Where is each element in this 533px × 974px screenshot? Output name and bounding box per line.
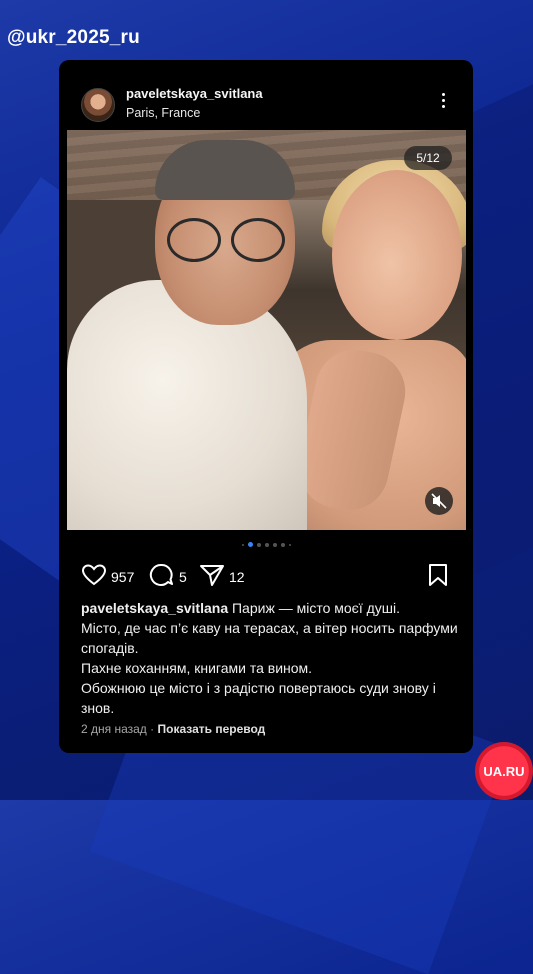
post-photo[interactable]: 5/12 xyxy=(67,130,466,530)
carousel-indicator xyxy=(59,542,473,547)
post-meta: 2 дня назад · Показать перевод xyxy=(81,722,265,736)
more-icon[interactable] xyxy=(435,93,451,113)
like-button[interactable]: 957 xyxy=(81,563,134,590)
avatar[interactable] xyxy=(81,88,115,122)
photo-person-man-hair xyxy=(155,140,295,200)
caption-text: Париж — місто моєї душі. Місто, де час п… xyxy=(81,600,458,716)
post-actions: 957 5 12 xyxy=(59,563,473,593)
post-caption: paveletskaya_svitlana Париж — місто моєї… xyxy=(81,598,461,718)
brand-logo: UA.RU xyxy=(475,742,533,800)
share-icon xyxy=(199,563,225,590)
post-location[interactable]: Paris, France xyxy=(126,106,200,120)
photo-person-man-shirt xyxy=(67,280,307,530)
comment-button[interactable]: 5 xyxy=(149,563,187,590)
like-count: 957 xyxy=(111,568,135,585)
comment-icon xyxy=(149,563,175,590)
meta-separator: · xyxy=(150,722,158,736)
heart-icon xyxy=(81,563,107,590)
mute-icon[interactable] xyxy=(425,487,453,515)
share-count: 12 xyxy=(229,568,245,585)
photo-person-woman-face xyxy=(332,170,462,340)
post-header: paveletskaya_svitlana Paris, France xyxy=(59,60,473,130)
bookmark-icon[interactable] xyxy=(427,563,449,587)
caption-username[interactable]: paveletskaya_svitlana xyxy=(81,600,228,616)
photo-glasses xyxy=(167,218,287,262)
comment-count: 5 xyxy=(179,568,187,585)
post-card: paveletskaya_svitlana Paris, France 5/12 xyxy=(59,60,473,753)
translate-link[interactable]: Показать перевод xyxy=(158,722,266,736)
post-username[interactable]: paveletskaya_svitlana xyxy=(126,86,263,101)
post-time: 2 дня назад xyxy=(81,722,147,736)
watermark-handle: @ukr_2025_ru xyxy=(7,27,140,48)
share-button[interactable]: 12 xyxy=(199,563,245,590)
media-counter-badge: 5/12 xyxy=(404,146,452,170)
